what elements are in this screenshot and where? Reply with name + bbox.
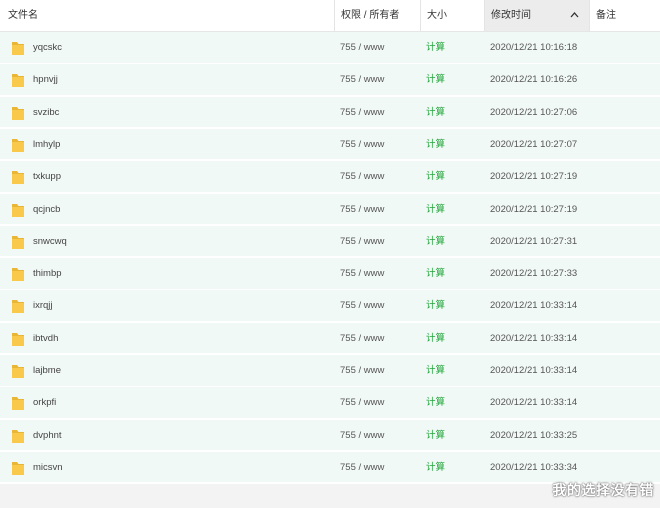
file-modified: 2020/12/21 10:27:19 <box>490 171 578 183</box>
header-size[interactable]: 大小 <box>420 0 484 31</box>
file-row[interactable]: orkpfi 755 / www 计算 2020/12/21 10:33:14 <box>0 387 660 419</box>
folder-icon <box>11 460 25 476</box>
file-name[interactable]: txkupp <box>33 161 61 193</box>
file-modified: 2020/12/21 10:27:19 <box>490 203 578 215</box>
file-modified: 2020/12/21 10:27:31 <box>490 235 578 247</box>
file-name[interactable]: snwcwq <box>33 226 67 258</box>
file-size-calc-link[interactable]: 计算 <box>426 420 445 452</box>
file-modified: 2020/12/21 10:33:14 <box>490 397 578 409</box>
folder-icon <box>11 395 25 411</box>
file-name[interactable]: micsvn <box>33 452 63 484</box>
file-size-calc-link[interactable]: 计算 <box>426 97 445 129</box>
file-permissions[interactable]: 755 / www <box>340 452 384 484</box>
file-modified: 2020/12/21 10:33:34 <box>490 461 578 473</box>
file-permissions[interactable]: 755 / www <box>340 194 384 226</box>
file-size-calc-link[interactable]: 计算 <box>426 161 445 193</box>
file-modified: 2020/12/21 10:27:33 <box>490 268 578 280</box>
file-name[interactable]: lmhylp <box>33 129 60 161</box>
file-modified: 2020/12/21 10:33:14 <box>490 332 578 344</box>
file-size-calc-link[interactable]: 计算 <box>426 290 445 322</box>
file-name[interactable]: lajbme <box>33 355 61 387</box>
file-row[interactable]: lajbme 755 / www 计算 2020/12/21 10:33:14 <box>0 355 660 387</box>
file-name[interactable]: orkpfi <box>33 387 56 419</box>
header-name[interactable]: 文件名 <box>0 0 334 31</box>
file-permissions[interactable]: 755 / www <box>340 387 384 419</box>
folder-icon <box>11 105 25 121</box>
folder-icon <box>11 298 25 314</box>
file-row[interactable]: ixrqjj 755 / www 计算 2020/12/21 10:33:14 <box>0 290 660 322</box>
file-row[interactable]: micsvn 755 / www 计算 2020/12/21 10:33:34 <box>0 451 660 484</box>
file-size-calc-link[interactable]: 计算 <box>426 323 445 355</box>
folder-icon <box>11 202 25 218</box>
file-modified: 2020/12/21 10:16:26 <box>490 74 578 86</box>
chevron-up-icon[interactable] <box>570 0 579 31</box>
file-name[interactable]: hpnvjj <box>33 64 58 96</box>
folder-icon <box>11 428 25 444</box>
file-row[interactable]: thimbp 755 / www 计算 2020/12/21 10:27:33 <box>0 258 660 290</box>
folder-icon <box>11 266 25 282</box>
file-permissions[interactable]: 755 / www <box>340 323 384 355</box>
file-name[interactable]: dvphnt <box>33 420 62 452</box>
folder-icon <box>11 234 25 250</box>
file-permissions[interactable]: 755 / www <box>340 420 384 452</box>
file-modified: 2020/12/21 10:16:18 <box>490 42 578 53</box>
file-permissions[interactable]: 755 / www <box>340 97 384 129</box>
file-modified: 2020/12/21 10:33:14 <box>490 300 578 312</box>
folder-icon <box>11 40 25 56</box>
file-row[interactable]: yqcskc 755 / www 计算 2020/12/21 10:16:18 <box>0 32 660 64</box>
file-row[interactable]: lmhylp 755 / www 计算 2020/12/21 10:27:07 <box>0 128 660 161</box>
file-permissions[interactable]: 755 / www <box>340 32 384 64</box>
file-permissions[interactable]: 755 / www <box>340 258 384 290</box>
file-permissions[interactable]: 755 / www <box>340 64 384 96</box>
file-permissions[interactable]: 755 / www <box>340 355 384 387</box>
file-size-calc-link[interactable]: 计算 <box>426 387 445 419</box>
file-size-calc-link[interactable]: 计算 <box>426 226 445 258</box>
file-size-calc-link[interactable]: 计算 <box>426 452 445 484</box>
file-modified: 2020/12/21 10:27:07 <box>490 138 578 150</box>
file-size-calc-link[interactable]: 计算 <box>426 129 445 161</box>
file-row[interactable]: qcjncb 755 / www 计算 2020/12/21 10:27:19 <box>0 193 660 226</box>
file-name[interactable]: qcjncb <box>33 194 60 226</box>
file-permissions[interactable]: 755 / www <box>340 290 384 322</box>
file-modified: 2020/12/21 10:27:06 <box>490 106 578 118</box>
header-modified[interactable]: 修改时间 <box>484 0 589 31</box>
file-name[interactable]: thimbp <box>33 258 62 290</box>
file-row[interactable]: dvphnt 755 / www 计算 2020/12/21 10:33:25 <box>0 419 660 452</box>
file-row[interactable]: hpnvjj 755 / www 计算 2020/12/21 10:16:26 <box>0 64 660 96</box>
file-permissions[interactable]: 755 / www <box>340 226 384 258</box>
file-permissions[interactable]: 755 / www <box>340 129 384 161</box>
file-name[interactable]: yqcskc <box>33 32 62 64</box>
file-size-calc-link[interactable]: 计算 <box>426 64 445 96</box>
folder-icon <box>11 169 25 185</box>
file-size-calc-link[interactable]: 计算 <box>426 194 445 226</box>
header-modified-label: 修改时间 <box>491 10 531 21</box>
file-modified: 2020/12/21 10:33:25 <box>490 429 578 441</box>
file-row[interactable]: svzibc 755 / www 计算 2020/12/21 10:27:06 <box>0 96 660 129</box>
file-size-calc-link[interactable]: 计算 <box>426 32 445 64</box>
file-size-calc-link[interactable]: 计算 <box>426 355 445 387</box>
folder-icon <box>11 137 25 153</box>
file-name[interactable]: svzibc <box>33 97 59 129</box>
file-row[interactable]: ibtvdh 755 / www 计算 2020/12/21 10:33:14 <box>0 322 660 355</box>
watermark: 我的选择没有错 <box>552 482 654 498</box>
header-notes[interactable]: 备注 <box>589 0 660 31</box>
folder-icon <box>11 331 25 347</box>
file-row[interactable]: snwcwq 755 / www 计算 2020/12/21 10:27:31 <box>0 225 660 258</box>
file-permissions[interactable]: 755 / www <box>340 161 384 193</box>
file-table-header: 文件名 权限 / 所有者 大小 修改时间 备注 <box>0 0 660 32</box>
folder-icon <box>11 363 25 379</box>
file-row[interactable]: txkupp 755 / www 计算 2020/12/21 10:27:19 <box>0 161 660 193</box>
file-name[interactable]: ixrqjj <box>33 290 53 322</box>
folder-icon <box>11 72 25 88</box>
file-name[interactable]: ibtvdh <box>33 323 58 355</box>
file-modified: 2020/12/21 10:33:14 <box>490 365 578 376</box>
file-size-calc-link[interactable]: 计算 <box>426 258 445 290</box>
header-permissions[interactable]: 权限 / 所有者 <box>334 0 420 31</box>
